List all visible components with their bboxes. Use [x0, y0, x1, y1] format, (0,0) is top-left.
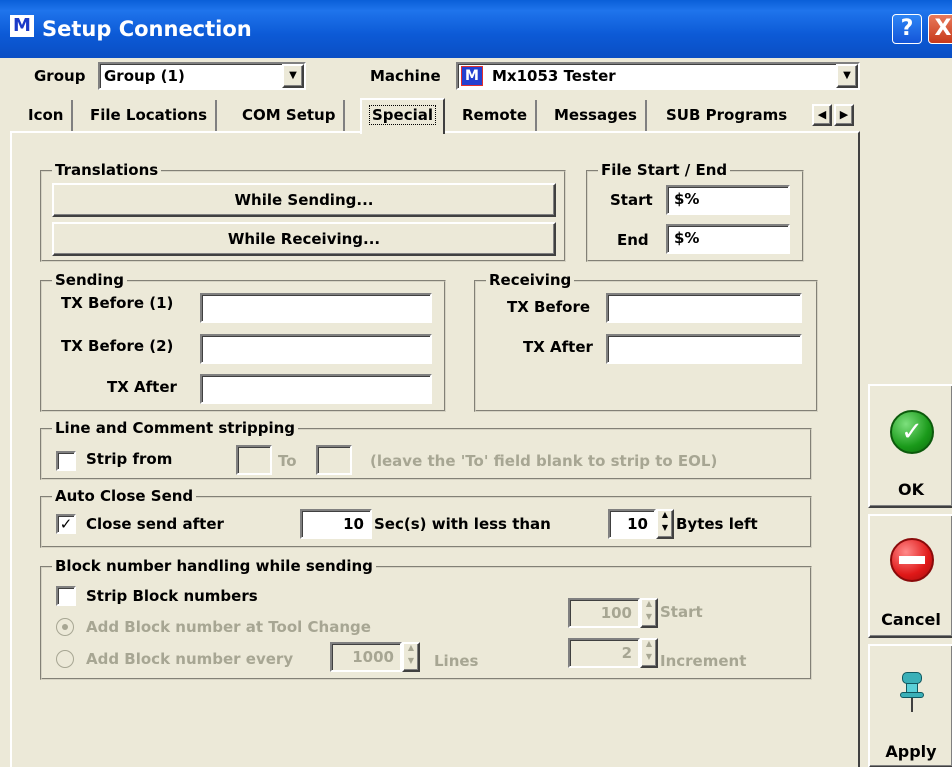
machine-label: Machine [370, 67, 441, 85]
block-start-input[interactable]: 100 [568, 598, 640, 628]
bytes-label: Bytes left [676, 515, 758, 533]
group-value: Group (1) [104, 67, 185, 85]
machine-icon: M [461, 66, 483, 86]
lines-label: Lines [434, 652, 479, 670]
check-icon: ✓ [890, 410, 934, 454]
strip-to-input[interactable] [316, 445, 352, 475]
end-label: End [617, 231, 649, 249]
pushpin-icon [900, 672, 924, 712]
tx-before2-input[interactable] [200, 334, 432, 364]
group-label: Group [34, 67, 86, 85]
to-label: To [278, 452, 297, 470]
receiving-title: Receiving [486, 271, 575, 289]
strip-from-input[interactable] [236, 445, 272, 475]
end-input[interactable]: $% [666, 224, 790, 254]
ok-label: OK [898, 480, 924, 499]
tab-scroll-right-icon[interactable]: ▶ [834, 104, 854, 126]
start-label: Start [610, 191, 653, 209]
tab-sub-programs[interactable]: SUB Programs [658, 100, 795, 132]
window-title: Setup Connection [42, 17, 252, 41]
tx-after-label: TX After [107, 378, 177, 396]
help-button[interactable]: ? [892, 14, 922, 44]
increment-spinner[interactable]: ▲ ▼ [640, 638, 658, 668]
tab-special[interactable]: Special [360, 98, 446, 134]
while-receiving-button[interactable]: While Receiving... [52, 222, 556, 256]
close-button[interactable]: X [928, 14, 952, 44]
tab-messages[interactable]: Messages [546, 100, 647, 132]
while-sending-button[interactable]: While Sending... [52, 183, 556, 217]
app-icon: M [10, 15, 34, 37]
apply-label: Apply [885, 742, 937, 761]
bytes-input[interactable]: 10 [608, 509, 656, 539]
cancel-icon [890, 538, 934, 582]
close-send-checkbox[interactable]: ✓ [56, 514, 76, 534]
tab-scroll-left-icon[interactable]: ◀ [812, 104, 832, 126]
block-start-label: Start [660, 603, 703, 621]
tab-special-label: Special [368, 105, 437, 125]
spin-down-icon[interactable]: ▼ [658, 524, 672, 537]
tool-change-label: Add Block number at Tool Change [86, 618, 371, 636]
ok-button[interactable]: ✓ OK [868, 384, 952, 508]
seconds-label: Sec(s) with less than [374, 515, 551, 533]
every-radio[interactable] [56, 650, 74, 668]
apply-button[interactable]: Apply [868, 644, 952, 767]
tab-icon[interactable]: Icon [20, 100, 74, 132]
spin-down-icon[interactable]: ▼ [404, 657, 418, 670]
stripping-title: Line and Comment stripping [52, 419, 299, 437]
increment-label: Increment [660, 652, 747, 670]
rx-tx-before-input[interactable] [606, 293, 802, 323]
seconds-input[interactable]: 10 [300, 509, 372, 539]
every-input[interactable]: 1000 [330, 642, 402, 672]
tab-remote[interactable]: Remote [454, 100, 538, 132]
cancel-label: Cancel [881, 610, 941, 629]
group-select[interactable]: Group (1) ▼ [98, 62, 306, 90]
file-start-end-title: File Start / End [598, 161, 731, 179]
tx-before1-input[interactable] [200, 293, 432, 323]
tx-after-input[interactable] [200, 374, 432, 404]
bytes-spinner[interactable]: ▲ ▼ [656, 509, 674, 539]
spin-down-icon[interactable]: ▼ [642, 653, 656, 666]
every-spinner[interactable]: ▲ ▼ [402, 642, 420, 672]
translations-title: Translations [52, 161, 162, 179]
block-title: Block number handling while sending [52, 557, 376, 575]
rx-tx-after-label: TX After [523, 338, 593, 356]
chevron-down-icon[interactable]: ▼ [836, 64, 858, 88]
strip-block-label: Strip Block numbers [86, 587, 258, 605]
tab-com-setup[interactable]: COM Setup [234, 100, 346, 132]
tab-file-locations[interactable]: File Locations [82, 100, 218, 132]
tx-before2-label: TX Before (2) [61, 337, 174, 355]
tx-before1-label: TX Before (1) [61, 294, 174, 312]
start-input[interactable]: $% [666, 185, 790, 215]
sending-title: Sending [52, 271, 127, 289]
block-start-spinner[interactable]: ▲ ▼ [640, 598, 658, 628]
strip-hint: (leave the 'To' field blank to strip to … [370, 452, 718, 470]
every-label: Add Block number every [86, 650, 294, 668]
strip-from-label: Strip from [86, 450, 173, 468]
strip-from-checkbox[interactable] [56, 451, 76, 471]
strip-block-checkbox[interactable] [56, 586, 76, 606]
cancel-button[interactable]: Cancel [868, 514, 952, 638]
rx-tx-before-label: TX Before [507, 298, 591, 316]
machine-value: Mx1053 Tester [492, 67, 616, 85]
machine-select[interactable]: M Mx1053 Tester ▼ [456, 62, 860, 90]
title-bar[interactable]: M Setup Connection ? X [0, 0, 952, 58]
auto-close-title: Auto Close Send [52, 487, 197, 505]
rx-tx-after-input[interactable] [606, 334, 802, 364]
tool-change-radio[interactable] [56, 618, 74, 636]
chevron-down-icon[interactable]: ▼ [282, 64, 304, 88]
close-send-label: Close send after [86, 515, 224, 533]
spin-down-icon[interactable]: ▼ [642, 613, 656, 626]
increment-input[interactable]: 2 [568, 638, 640, 668]
